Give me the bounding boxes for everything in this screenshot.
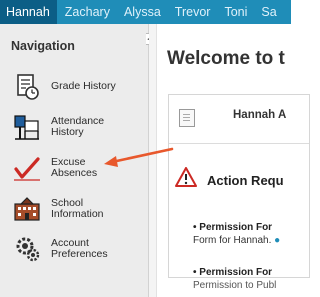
permission-form-title: • Permission For xyxy=(193,267,273,278)
sidebar-item-label: History xyxy=(51,126,84,138)
navigation-title: Navigation xyxy=(11,39,75,53)
sidebar-item-attendance-history[interactable]: Attendance History xyxy=(12,110,142,144)
account-preferences-icon xyxy=(16,237,40,262)
link-bullet[interactable]: ● xyxy=(274,235,280,246)
permission-form-text: Form for Hannah. ● xyxy=(193,235,281,246)
sidebar-item-account-preferences[interactable]: Account Preferences xyxy=(12,232,142,266)
permission-form-text: Permission to Publ xyxy=(193,280,277,291)
tab-hannah[interactable]: Hannah xyxy=(0,0,57,24)
student-header-row: Hannah A xyxy=(169,95,309,144)
document-icon[interactable] xyxy=(179,109,195,127)
annotation-arrow-icon xyxy=(104,147,174,167)
tab-alyssa[interactable]: Alyssa xyxy=(124,0,161,24)
attendance-history-icon xyxy=(14,115,39,140)
grade-history-icon xyxy=(17,74,39,100)
student-tabs-bar: Hannah Zachary Alyssa Trevor Toni Sa xyxy=(0,0,291,24)
sidebar-item-label: Grade History xyxy=(51,80,116,93)
tab-partial[interactable]: Sa xyxy=(261,0,276,24)
sidebar-item-school-information[interactable]: School Information xyxy=(12,192,142,226)
page-title: Welcome to t xyxy=(167,48,285,69)
tab-trevor[interactable]: Trevor xyxy=(175,0,211,24)
tab-zachary[interactable]: Zachary xyxy=(65,0,110,24)
sidebar-item-grade-history[interactable]: Grade History xyxy=(12,70,142,104)
school-building-icon xyxy=(14,197,40,221)
sidebar-item-label: Preferences xyxy=(51,248,108,260)
excuse-absences-checkmark-icon xyxy=(14,157,40,181)
student-card: Hannah A Action Requ xyxy=(168,94,310,278)
permission-form-title: • Permission For xyxy=(193,222,273,233)
sidebar-item-label: Information xyxy=(51,208,104,220)
student-name: Hannah A xyxy=(233,109,287,121)
action-required-title: Action Requ xyxy=(207,173,284,188)
tab-toni[interactable]: Toni xyxy=(224,0,247,24)
action-required-row: Action Requ xyxy=(169,165,309,193)
